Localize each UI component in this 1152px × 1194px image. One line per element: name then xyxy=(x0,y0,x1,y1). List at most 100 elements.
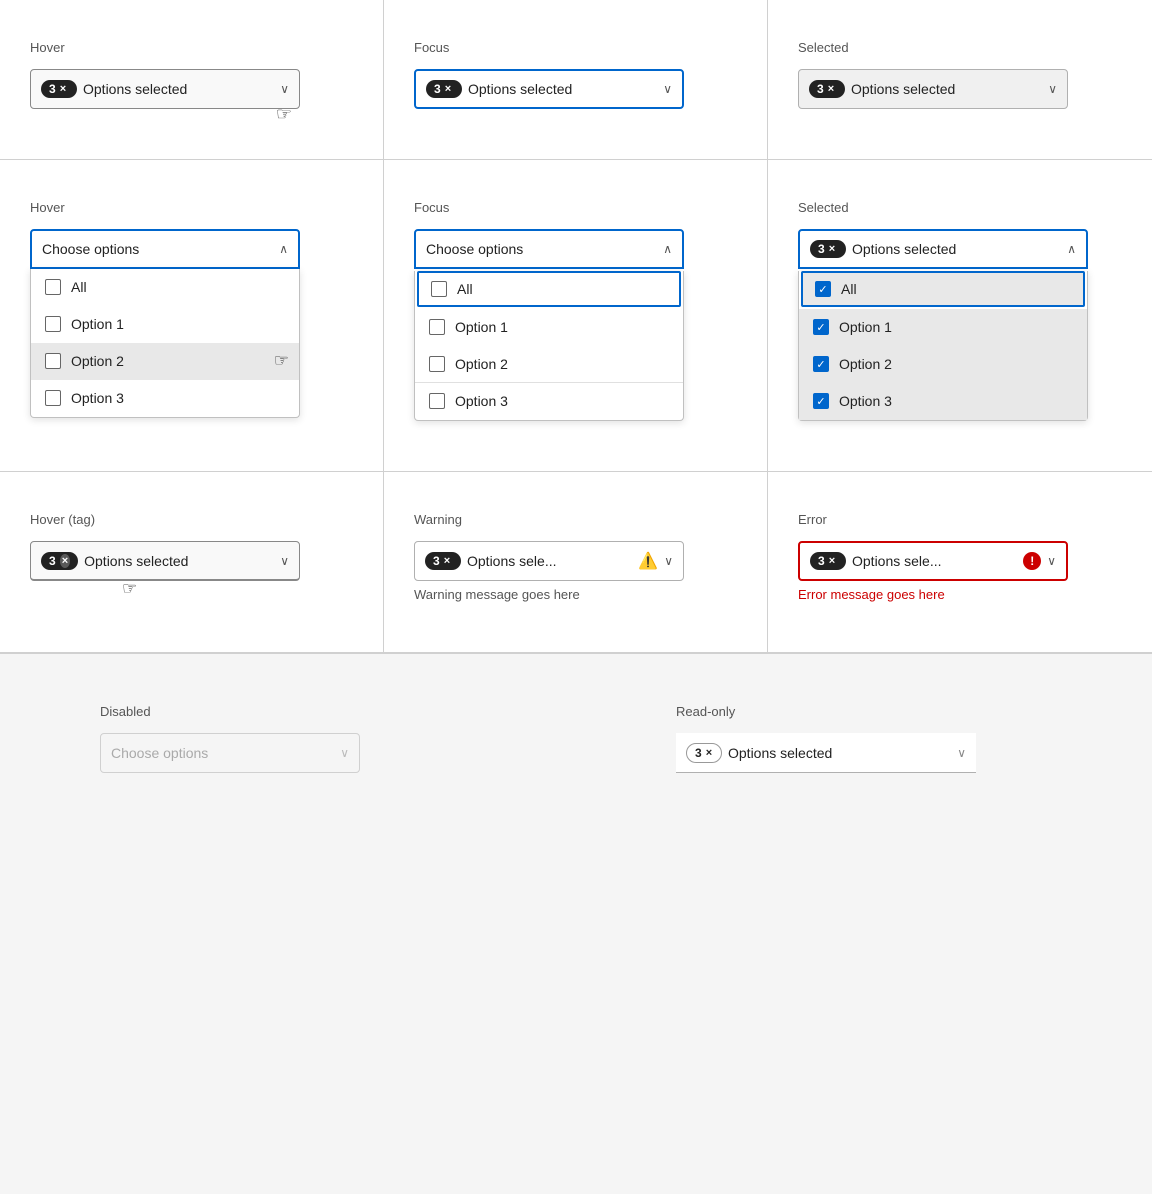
chevron-down-icon xyxy=(957,746,966,760)
badge-count: 3 xyxy=(433,554,440,568)
badge-count: 3 xyxy=(817,82,824,96)
select-selected-closed[interactable]: 3 × Options selected xyxy=(798,69,1068,109)
dropdown-panel-selected: ✓ All ✓ Option 1 ✓ Option 2 ✓ Option 3 xyxy=(798,271,1088,421)
state-label-readonly: Read-only xyxy=(676,704,1112,719)
chevron-up-icon xyxy=(279,242,288,256)
checkbox-1-s[interactable]: ✓ xyxy=(813,319,829,335)
error-icon: ! xyxy=(1023,552,1041,570)
option-label-all-s: All xyxy=(841,281,857,297)
select-hover-tag[interactable]: 3 × Options selected xyxy=(30,541,300,581)
option-label-3-s: Option 3 xyxy=(839,393,892,409)
chevron-down-icon xyxy=(280,82,289,96)
select-warning[interactable]: 3 × Options sele... ⚠️ xyxy=(414,541,684,581)
cell-hover-open: Hover Choose options All Option 1 Option… xyxy=(0,160,384,472)
checkbox-2[interactable] xyxy=(45,353,61,369)
chevron-down-icon xyxy=(1048,82,1057,96)
state-label-hover: Hover xyxy=(30,40,353,55)
chevron-down-icon xyxy=(1047,554,1056,568)
dropdown-panel-hover: All Option 1 Option 2 ☞ Option 3 xyxy=(30,269,300,418)
badge-warning: 3 × xyxy=(425,552,461,570)
chevron-down-icon xyxy=(280,554,289,568)
checkbox-3-s[interactable]: ✓ xyxy=(813,393,829,409)
select-focus-closed[interactable]: 3 × Options selected xyxy=(414,69,684,109)
state-label-selected: Selected xyxy=(798,40,1122,55)
cursor-hand-2-icon: ☞ xyxy=(274,351,289,371)
cell-warning: Warning 3 × Options sele... ⚠️ Warning m… xyxy=(384,472,768,653)
state-label-warning: Warning xyxy=(414,512,737,527)
trigger-text-readonly: Options selected xyxy=(728,745,951,761)
option-all-sel[interactable]: ✓ All xyxy=(801,271,1085,307)
checkbox-all[interactable] xyxy=(45,279,61,295)
cell-focus-closed: Focus 3 × Options selected xyxy=(384,0,768,160)
checkbox-3-f[interactable] xyxy=(429,393,445,409)
option-3-focus[interactable]: Option 3 xyxy=(415,383,683,420)
select-error[interactable]: 3 × Options sele... ! xyxy=(798,541,1068,581)
option-1[interactable]: Option 1 xyxy=(31,306,299,343)
chevron-up-icon xyxy=(663,242,672,256)
cell-focus-open: Focus Choose options All Option 1 Option… xyxy=(384,160,768,472)
state-label-disabled: Disabled xyxy=(100,704,536,719)
badge-hover-tag: 3 × xyxy=(41,552,78,570)
option-2-sel[interactable]: ✓ Option 2 xyxy=(799,346,1087,383)
option-3[interactable]: Option 3 xyxy=(31,380,299,417)
trigger-text-error: Options sele... xyxy=(852,553,1017,569)
select-hover-closed[interactable]: 3 × Options selected xyxy=(30,69,300,109)
option-1-sel[interactable]: ✓ Option 1 xyxy=(799,309,1087,346)
chevron-up-icon xyxy=(1067,242,1076,256)
badge-count: 3 xyxy=(818,554,825,568)
checkbox-all-f[interactable] xyxy=(431,281,447,297)
dropdown-trigger-hover[interactable]: Choose options xyxy=(30,229,300,269)
badge-x[interactable]: × xyxy=(829,243,835,255)
option-label-1: Option 1 xyxy=(71,316,124,332)
dropdown-trigger-focus[interactable]: Choose options xyxy=(414,229,684,269)
warning-icon: ⚠️ xyxy=(638,551,658,571)
chevron-down-icon xyxy=(663,82,672,96)
option-all-focus[interactable]: All xyxy=(417,271,681,307)
badge-x[interactable]: × xyxy=(444,555,450,567)
badge-x-hover[interactable]: × xyxy=(60,554,70,568)
trigger-text-sel-open: Options selected xyxy=(852,241,1061,257)
option-label-1-s: Option 1 xyxy=(839,319,892,335)
badge-x[interactable]: × xyxy=(829,555,835,567)
badge-error: 3 × xyxy=(810,552,846,570)
dropdown-panel-focus: All Option 1 Option 2 Option 3 xyxy=(414,271,684,421)
badge-x[interactable]: × xyxy=(828,83,834,95)
badge-x[interactable]: × xyxy=(60,83,66,95)
state-label-error: Error xyxy=(798,512,1122,527)
badge-hover: 3 × xyxy=(41,80,77,98)
trigger-text-hover: Options selected xyxy=(83,81,274,97)
checkbox-3[interactable] xyxy=(45,390,61,406)
trigger-text-disabled: Choose options xyxy=(111,745,334,761)
option-2[interactable]: Option 2 ☞ xyxy=(31,343,299,380)
cursor-tag-icon: ☞ xyxy=(122,579,137,599)
trigger-text-hover-tag: Options selected xyxy=(84,553,274,569)
option-2-focus[interactable]: Option 2 xyxy=(415,346,683,383)
badge-x[interactable]: × xyxy=(445,83,451,95)
dropdown-trigger-selected[interactable]: 3 × Options selected xyxy=(798,229,1088,269)
dropdown-hover[interactable]: Choose options All Option 1 Option 2 ☞ xyxy=(30,229,300,418)
cell-readonly: Read-only 3 × Options selected xyxy=(576,654,1152,833)
state-label-selected-open: Selected xyxy=(798,200,1122,215)
select-disabled: Choose options xyxy=(100,733,360,773)
checkbox-2-s[interactable]: ✓ xyxy=(813,356,829,372)
dropdown-selected[interactable]: 3 × Options selected ✓ All ✓ Option 1 ✓ … xyxy=(798,229,1088,421)
badge-count: 3 xyxy=(695,746,702,760)
dropdown-focus[interactable]: Choose options All Option 1 Option 2 xyxy=(414,229,684,421)
option-all[interactable]: All xyxy=(31,269,299,306)
checkbox-all-s[interactable]: ✓ xyxy=(815,281,831,297)
trigger-text-focus-open: Choose options xyxy=(426,241,657,257)
badge-count: 3 xyxy=(49,554,56,568)
option-label-1-f: Option 1 xyxy=(455,319,508,335)
state-label-hover-tag: Hover (tag) xyxy=(30,512,353,527)
badge-count: 3 xyxy=(49,82,56,96)
option-label-all: All xyxy=(71,279,87,295)
checkbox-2-f[interactable] xyxy=(429,356,445,372)
badge-sel-open: 3 × xyxy=(810,240,846,258)
state-label-focus-open: Focus xyxy=(414,200,737,215)
bottom-section: Disabled Choose options Read-only 3 × Op… xyxy=(0,654,1152,833)
checkbox-1[interactable] xyxy=(45,316,61,332)
checkbox-1-f[interactable] xyxy=(429,319,445,335)
option-3-sel[interactable]: ✓ Option 3 xyxy=(799,383,1087,420)
cell-error: Error 3 × Options sele... ! Error messag… xyxy=(768,472,1152,653)
option-1-focus[interactable]: Option 1 xyxy=(415,309,683,346)
